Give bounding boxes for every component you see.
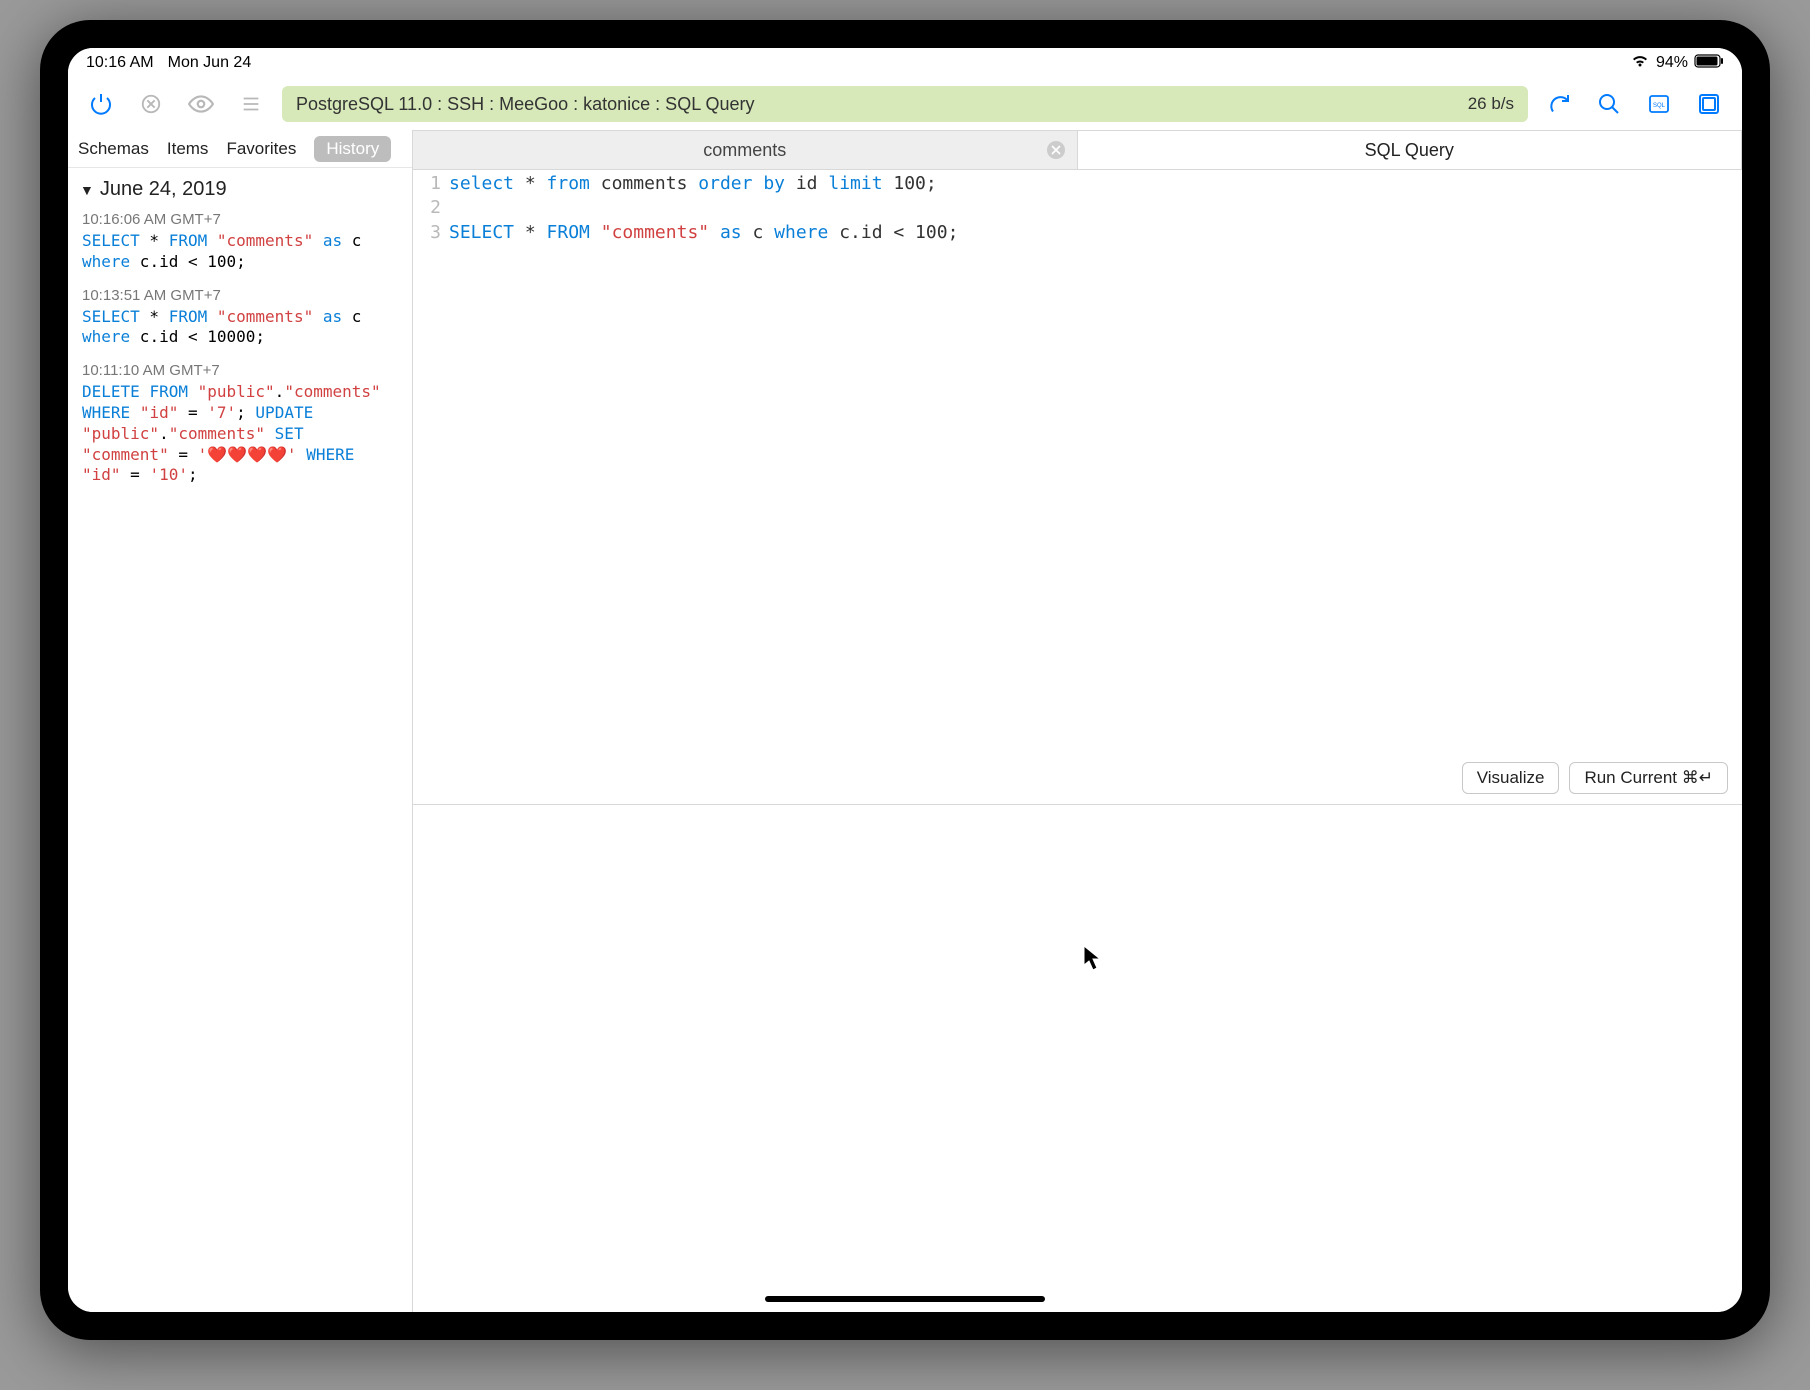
home-indicator[interactable]: [765, 1296, 1045, 1302]
tab-comments[interactable]: comments: [413, 130, 1078, 169]
sidebar-tabs: Schemas Items Favorites History: [68, 130, 412, 168]
run-current-button[interactable]: Run Current ⌘↵: [1569, 762, 1728, 794]
cancel-icon[interactable]: [132, 85, 170, 123]
history-time: 10:13:51 AM GMT+7: [82, 287, 398, 304]
sidebar-tab-items[interactable]: Items: [167, 139, 209, 159]
toolbar: PostgreSQL 11.0 : SSH : MeeGoo : katonic…: [68, 78, 1742, 130]
sidebar: Schemas Items Favorites History ▼ June 2…: [68, 130, 413, 1312]
sidebar-tab-history[interactable]: History: [314, 136, 391, 162]
history-date-label: June 24, 2019: [100, 178, 227, 201]
sql-icon[interactable]: SQL: [1640, 85, 1678, 123]
sql-editor[interactable]: 1 2 3 select * from comments order by id…: [413, 170, 1742, 245]
tab-label: comments: [703, 140, 786, 161]
address-bar-text: PostgreSQL 11.0 : SSH : MeeGoo : katonic…: [296, 94, 1468, 115]
wifi-icon: [1630, 54, 1650, 73]
panels-icon[interactable]: [1690, 85, 1728, 123]
list-icon[interactable]: [232, 85, 270, 123]
battery-icon: [1694, 54, 1724, 73]
tab-label: SQL Query: [1365, 140, 1454, 161]
transfer-rate: 26 b/s: [1468, 94, 1514, 114]
history-sql: SELECT * FROM "comments" as c where c.id…: [82, 231, 398, 273]
results-area: [413, 805, 1742, 1312]
search-icon[interactable]: [1590, 85, 1628, 123]
status-time: 10:16 AM: [86, 54, 154, 72]
close-icon[interactable]: [1047, 141, 1065, 159]
history-item[interactable]: 10:13:51 AM GMT+7 SELECT * FROM "comments…: [68, 283, 412, 359]
document-tabs: comments SQL Query: [413, 130, 1742, 170]
status-date: Mon Jun 24: [168, 54, 252, 72]
main-panel: comments SQL Query 1 2 3 select * from c…: [413, 130, 1742, 1312]
cursor-icon: [1083, 945, 1103, 971]
history-time: 10:11:10 AM GMT+7: [82, 362, 398, 379]
history-time: 10:16:06 AM GMT+7: [82, 211, 398, 228]
history-sql: DELETE FROM "public"."comments" WHERE "i…: [82, 382, 398, 486]
svg-text:SQL: SQL: [1653, 103, 1666, 109]
visualize-button[interactable]: Visualize: [1462, 762, 1560, 794]
history-date-header[interactable]: ▼ June 24, 2019: [68, 168, 412, 207]
history-item[interactable]: 10:11:10 AM GMT+7 DELETE FROM "public"."c…: [68, 358, 412, 496]
status-bar: 10:16 AM Mon Jun 24 94%: [68, 48, 1742, 78]
eye-icon[interactable]: [182, 85, 220, 123]
disclosure-triangle-icon: ▼: [80, 182, 94, 198]
power-icon[interactable]: [82, 85, 120, 123]
address-bar[interactable]: PostgreSQL 11.0 : SSH : MeeGoo : katonic…: [282, 86, 1528, 122]
tab-sql-query[interactable]: SQL Query: [1078, 130, 1743, 169]
history-item[interactable]: 10:16:06 AM GMT+7 SELECT * FROM "comments…: [68, 207, 412, 283]
refresh-icon[interactable]: [1540, 85, 1578, 123]
battery-pct: 94%: [1656, 54, 1688, 72]
history-sql: SELECT * FROM "comments" as c where c.id…: [82, 307, 398, 349]
sidebar-tab-schemas[interactable]: Schemas: [78, 139, 149, 159]
sidebar-tab-favorites[interactable]: Favorites: [226, 139, 296, 159]
